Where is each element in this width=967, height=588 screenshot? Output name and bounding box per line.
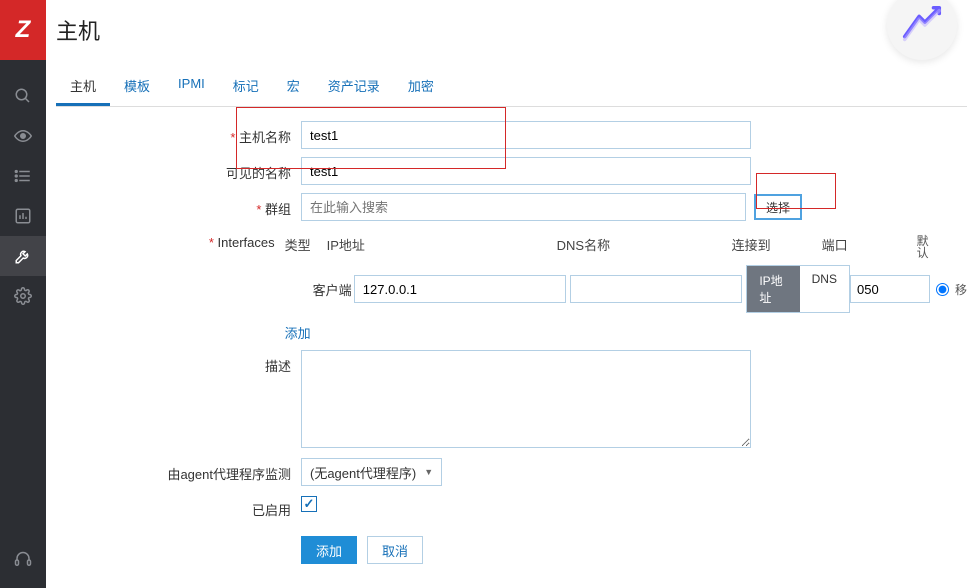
col-ip: IP地址 xyxy=(327,235,557,259)
connect-dns[interactable]: DNS xyxy=(800,266,849,312)
visible-name-input[interactable] xyxy=(301,157,751,185)
host-name-label: 主机名称 xyxy=(56,121,301,146)
tab-encryption[interactable]: 加密 xyxy=(394,66,448,106)
port-input[interactable] xyxy=(850,275,930,303)
logo[interactable]: Z xyxy=(0,0,46,60)
description-label: 描述 xyxy=(56,350,301,375)
gear-icon[interactable] xyxy=(0,276,46,316)
host-form: 主机名称 可见的名称 群组 选择 Interfaces 类型 IP地址 DNS名… xyxy=(56,107,967,564)
tab-template[interactable]: 模板 xyxy=(110,66,164,106)
tab-host[interactable]: 主机 xyxy=(56,66,110,106)
tab-macros[interactable]: 宏 xyxy=(273,66,314,106)
enabled-checkbox[interactable] xyxy=(301,496,317,512)
col-type: 类型 xyxy=(285,235,327,259)
col-connect: 连接到 xyxy=(732,235,822,259)
groups-label: 群组 xyxy=(56,193,301,218)
select-button[interactable]: 选择 xyxy=(754,194,802,220)
nav-icons xyxy=(0,76,46,316)
col-dns: DNS名称 xyxy=(557,235,732,259)
chart-icon[interactable] xyxy=(0,196,46,236)
description-textarea[interactable] xyxy=(301,350,751,448)
monitored-by-label: 由agent代理程序监测 xyxy=(56,458,301,483)
tab-inventory[interactable]: 资产记录 xyxy=(314,66,394,106)
default-radio[interactable] xyxy=(936,283,949,296)
visible-name-label: 可见的名称 xyxy=(56,157,301,182)
interface-type-label: 客户端 xyxy=(285,280,354,299)
page-title: 主机 xyxy=(56,0,967,60)
host-name-input[interactable] xyxy=(301,121,751,149)
tab-ipmi[interactable]: IPMI xyxy=(164,66,219,106)
connect-ip[interactable]: IP地址 xyxy=(747,266,799,312)
add-interface-link[interactable]: 添加 xyxy=(285,323,311,342)
interfaces-label: Interfaces xyxy=(56,229,285,250)
enabled-label: 已启用 xyxy=(56,494,301,519)
sidebar: Z xyxy=(0,0,46,588)
col-port: 端口 xyxy=(822,235,917,259)
ip-address-input[interactable] xyxy=(354,275,567,303)
list-icon[interactable] xyxy=(0,156,46,196)
tab-tags[interactable]: 标记 xyxy=(219,66,273,106)
wrench-icon[interactable] xyxy=(0,236,46,276)
cancel-button[interactable]: 取消 xyxy=(367,536,423,564)
col-default: 默认 xyxy=(917,235,937,259)
support-icon[interactable] xyxy=(0,540,46,580)
dns-name-input[interactable] xyxy=(570,275,742,303)
monitored-by-dropdown[interactable]: (无agent代理程序) xyxy=(301,458,442,486)
tabs: 主机 模板 IPMI 标记 宏 资产记录 加密 xyxy=(56,66,967,107)
interface-headers: 类型 IP地址 DNS名称 连接到 端口 默认 xyxy=(285,229,967,259)
connect-to-toggle[interactable]: IP地址 DNS xyxy=(746,265,850,313)
move-label[interactable]: 移 xyxy=(955,281,967,298)
interface-row: 客户端 IP地址 DNS 移 xyxy=(285,265,967,313)
main-content: 主机 主机 模板 IPMI 标记 宏 资产记录 加密 主机名称 可见的名称 群组… xyxy=(46,0,967,588)
search-icon[interactable] xyxy=(0,76,46,116)
add-button[interactable]: 添加 xyxy=(301,536,357,564)
groups-input[interactable] xyxy=(301,193,746,221)
eye-icon[interactable] xyxy=(0,116,46,156)
